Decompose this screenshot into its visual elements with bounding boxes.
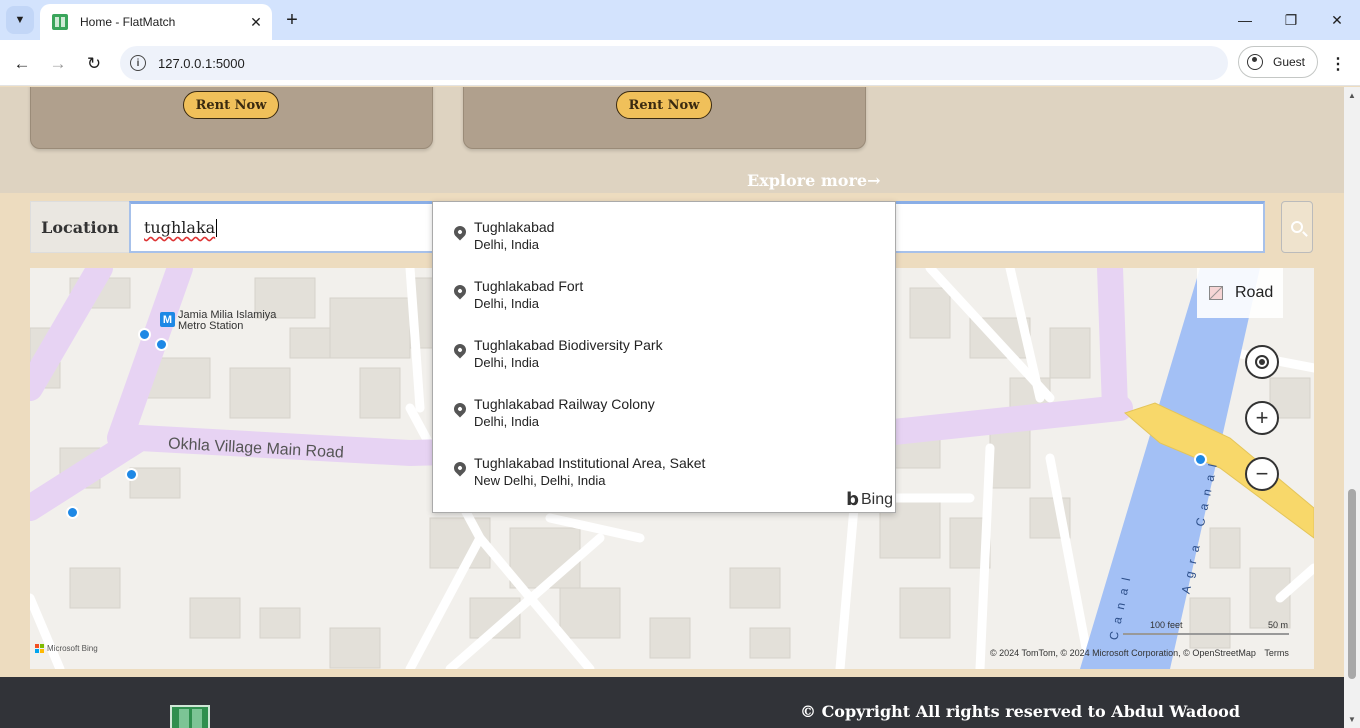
flatmatch-logo-icon (170, 705, 210, 728)
map-brand-text: Microsoft Bing (47, 644, 98, 653)
suggestion-title: Tughlakabad (474, 219, 555, 235)
reload-icon[interactable]: ↻ (80, 50, 108, 78)
bus-stop-icon[interactable] (138, 328, 151, 341)
location-pin-icon (451, 282, 469, 300)
suggestion-subtitle: Delhi, India (474, 237, 540, 252)
site-info-icon[interactable]: i (130, 55, 146, 71)
minus-icon: − (1255, 461, 1269, 486)
road-style-icon (1209, 286, 1223, 300)
map-style-button[interactable]: Road (1197, 268, 1283, 318)
bing-attribution: b Bing (846, 489, 893, 510)
suggestion-title: Tughlakabad Biodiversity Park (474, 337, 663, 353)
tab-search-button[interactable]: ▼ (6, 6, 34, 34)
location-pin-icon (451, 341, 469, 359)
map-style-label: Road (1235, 284, 1274, 301)
location-pin-icon (451, 223, 469, 241)
address-bar[interactable]: i 127.0.0.1:5000 (120, 46, 1228, 80)
chevron-down-icon: ▼ (14, 14, 26, 26)
locate-target-icon (1255, 355, 1269, 369)
bing-logo-icon: b (846, 489, 859, 510)
suggestion-item[interactable]: Tughlakabad Railway Colony Delhi, India (433, 379, 895, 438)
microsoft-bing-logo: Microsoft Bing (35, 644, 98, 653)
new-tab-icon[interactable]: + (280, 8, 304, 32)
attribution-text: © 2024 TomTom, © 2024 Microsoft Corporat… (990, 648, 1256, 658)
terms-link[interactable]: Terms (1264, 648, 1289, 658)
suggestion-title: Tughlakabad Institutional Area, Saket (474, 455, 706, 471)
listings-section: Rent Now Rent Now Explore more→ (0, 87, 1344, 193)
minimize-icon[interactable]: — (1222, 0, 1268, 40)
location-input-value: tughlaka (144, 218, 216, 237)
microsoft-logo-icon (35, 644, 44, 653)
bus-stop-icon[interactable] (155, 338, 168, 351)
scroll-up-icon[interactable]: ▲ (1348, 91, 1356, 100)
bus-stop-icon[interactable] (66, 506, 79, 519)
profile-label: Guest (1273, 55, 1306, 69)
footer: © Copyright All rights reserved to Abdul… (0, 677, 1344, 728)
metro-label-line2: Metro Station (178, 320, 244, 332)
locate-me-button[interactable] (1245, 345, 1279, 379)
suggestion-title: Tughlakabad Fort (474, 278, 584, 294)
address-toolbar: ← → ↻ i 127.0.0.1:5000 Guest ⋮ (0, 40, 1360, 86)
suggestion-title: Tughlakabad Railway Colony (474, 396, 655, 412)
scale-imperial: 100 feet (1150, 620, 1183, 630)
more-menu-icon[interactable]: ⋮ (1326, 50, 1350, 78)
scroll-down-icon[interactable]: ▼ (1348, 715, 1356, 724)
rent-now-button[interactable]: Rent Now (616, 91, 712, 119)
suggestion-item[interactable]: Tughlakabad Delhi, India (433, 202, 895, 261)
rent-now-button[interactable]: Rent Now (183, 91, 279, 119)
metro-station-icon[interactable]: M (160, 312, 175, 327)
zoom-out-button[interactable]: − (1245, 457, 1279, 491)
suggestion-subtitle: New Delhi, Delhi, India (474, 473, 606, 488)
metro-station-label: Jamia Milia Islamiya Metro Station (178, 310, 276, 332)
close-tab-icon[interactable]: ✕ (244, 10, 268, 34)
suggestion-subtitle: Delhi, India (474, 414, 540, 429)
suggestion-item[interactable]: Tughlakabad Biodiversity Park Delhi, Ind… (433, 320, 895, 379)
zoom-in-button[interactable]: + (1245, 401, 1279, 435)
location-pin-icon (451, 459, 469, 477)
restore-icon[interactable]: ❐ (1268, 0, 1314, 40)
browser-tab[interactable]: Home - FlatMatch ✕ (40, 4, 272, 40)
scale-bar-imperial (1123, 633, 1193, 635)
close-window-icon[interactable]: ✕ (1314, 0, 1360, 40)
page-scrollbar[interactable]: ▲ ▼ (1344, 87, 1360, 728)
back-arrow-icon[interactable]: ← (8, 50, 36, 78)
map-attribution: © 2024 TomTom, © 2024 Microsoft Corporat… (990, 648, 1289, 658)
suggestion-subtitle: Delhi, India (474, 355, 540, 370)
suggestion-subtitle: Delhi, India (474, 296, 540, 311)
scale-metric: 50 m (1268, 620, 1289, 630)
forward-arrow-icon[interactable]: → (44, 50, 72, 78)
suggestion-item[interactable]: Tughlakabad Institutional Area, Saket Ne… (433, 438, 895, 497)
window-controls: — ❐ ✕ (1222, 0, 1360, 40)
plus-icon: + (1255, 405, 1269, 430)
bus-stop-icon[interactable] (125, 468, 138, 481)
suggestion-item[interactable]: Tughlakabad Fort Delhi, India (433, 261, 895, 320)
location-pin-icon (451, 400, 469, 418)
listing-card: Rent Now (30, 87, 433, 149)
url-text[interactable]: 127.0.0.1:5000 (158, 56, 245, 71)
tab-strip: ▼ Home - FlatMatch ✕ + — ❐ ✕ (0, 0, 1360, 40)
scale-bar-metric (1192, 633, 1289, 635)
profile-button[interactable]: Guest (1238, 46, 1318, 78)
search-icon (1291, 221, 1303, 233)
location-label: Location (30, 201, 130, 253)
explore-more-link[interactable]: Explore more→ (747, 171, 880, 190)
search-button[interactable] (1281, 201, 1313, 253)
bing-label: Bing (860, 490, 893, 508)
flatmatch-favicon-icon (52, 14, 68, 30)
tab-title: Home - FlatMatch (80, 15, 176, 29)
location-suggestions: Tughlakabad Delhi, India Tughlakabad For… (432, 201, 896, 513)
text-caret (216, 218, 218, 237)
scrollbar-thumb[interactable] (1348, 489, 1356, 679)
profile-icon (1247, 54, 1263, 70)
footer-copyright: © Copyright All rights reserved to Abdul… (800, 702, 1241, 721)
listing-card: Rent Now (463, 87, 866, 149)
